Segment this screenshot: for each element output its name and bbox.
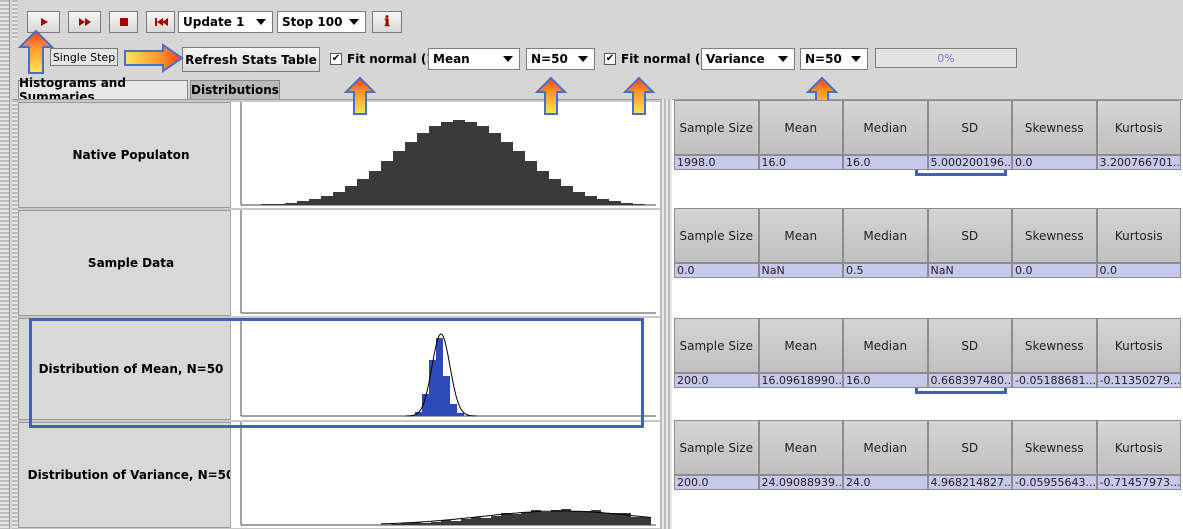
stat-header-cell[interactable]: Sample Size xyxy=(674,208,759,263)
stat-value-cell[interactable]: NaN xyxy=(758,263,843,278)
stat-header-cell[interactable]: Kurtosis xyxy=(1096,100,1181,155)
stat-header-cell[interactable]: Sample Size xyxy=(674,420,759,475)
stat-value-cell[interactable]: 3.200766701... xyxy=(1096,155,1181,170)
stat-header-cell[interactable]: Kurtosis xyxy=(1096,208,1181,263)
stat-header-label: Kurtosis xyxy=(1114,120,1163,135)
stat-header-label: Sample Size xyxy=(679,228,753,243)
stat-value-cell[interactable]: 200.0 xyxy=(674,475,759,490)
stat-header-cell[interactable]: Mean xyxy=(758,208,843,263)
stat-header-cell[interactable]: Skewness xyxy=(1012,100,1097,155)
stat-header-cell[interactable]: Median xyxy=(843,100,928,155)
stat-header-label: Mean xyxy=(784,440,818,455)
stat-value-cell[interactable]: 0.0 xyxy=(674,263,759,278)
stat-header-cell[interactable]: Median xyxy=(843,420,928,475)
stat-header-label: Mean xyxy=(784,228,818,243)
stat-header-label: Mean xyxy=(784,120,818,135)
stat-header-label: Skewness xyxy=(1024,440,1084,455)
stat-value-cell[interactable]: NaN xyxy=(927,263,1012,278)
up-arrow-icon xyxy=(534,76,568,115)
stat-value-cell[interactable]: 16.09618990... xyxy=(758,373,843,388)
stat-header-cell[interactable]: SD xyxy=(927,318,1012,373)
stat-header-cell[interactable]: Skewness xyxy=(1012,318,1097,373)
stat-value-cell[interactable]: 0.0 xyxy=(1012,263,1097,278)
stat-header-cell[interactable]: Skewness xyxy=(1012,420,1097,475)
stat-value-cell[interactable]: 0.0 xyxy=(1012,155,1097,170)
stat-value-cell[interactable]: -0.05188681... xyxy=(1012,373,1097,388)
app-window: Update 1 Stop 100 ℹ Single Step Refresh … xyxy=(0,0,1183,529)
stat-header-label: Kurtosis xyxy=(1114,228,1163,243)
stat-header-label: SD xyxy=(961,440,979,455)
stat-value-cell[interactable]: 0.668397480... xyxy=(927,373,1012,388)
stat-header-cell[interactable]: SD xyxy=(927,208,1012,263)
right-arrow-icon xyxy=(124,43,184,73)
stat-value-cell[interactable]: 16.0 xyxy=(758,155,843,170)
stat-value-cell[interactable]: 24.0 xyxy=(843,475,928,490)
stat-value-cell[interactable]: -0.05955643... xyxy=(1012,475,1097,490)
stat-header-label: SD xyxy=(961,120,979,135)
stat-header-label: SD xyxy=(961,338,979,353)
stat-header-cell[interactable]: Median xyxy=(843,318,928,373)
stat-header-label: Mean xyxy=(784,338,818,353)
stat-value-cell[interactable]: 16.0 xyxy=(843,373,928,388)
stat-header-cell[interactable]: Sample Size xyxy=(674,100,759,155)
stat-value-cell[interactable]: 200.0 xyxy=(674,373,759,388)
stat-value-cell[interactable]: -0.11350279... xyxy=(1096,373,1181,388)
stat-value-cell[interactable]: 0.0 xyxy=(1096,263,1181,278)
up-arrow-icon xyxy=(17,29,55,74)
stat-value-cell[interactable]: 24.09088939... xyxy=(758,475,843,490)
stat-value-cell[interactable]: 4.968214827... xyxy=(927,475,1012,490)
stat-header-label: Skewness xyxy=(1024,338,1084,353)
stat-header-label: Sample Size xyxy=(679,338,753,353)
stat-header-cell[interactable]: Kurtosis xyxy=(1096,420,1181,475)
stat-header-label: Median xyxy=(863,228,908,243)
stat-value-cell[interactable]: -0.71457973... xyxy=(1096,475,1181,490)
stat-header-label: Median xyxy=(863,338,908,353)
stat-value-cell[interactable]: 16.0 xyxy=(843,155,928,170)
stat-header-label: Skewness xyxy=(1024,120,1084,135)
stat-header-cell[interactable]: SD xyxy=(927,100,1012,155)
up-arrow-icon xyxy=(343,76,377,115)
stat-header-label: Kurtosis xyxy=(1114,338,1163,353)
stat-header-cell[interactable]: Mean xyxy=(758,420,843,475)
stat-header-cell[interactable]: Skewness xyxy=(1012,208,1097,263)
stat-header-cell[interactable]: Sample Size xyxy=(674,318,759,373)
stat-header-cell[interactable]: Kurtosis xyxy=(1096,318,1181,373)
stat-header-cell[interactable]: SD xyxy=(927,420,1012,475)
stat-value-cell[interactable]: 1998.0 xyxy=(674,155,759,170)
stat-header-cell[interactable]: Median xyxy=(843,208,928,263)
stat-header-label: Median xyxy=(863,440,908,455)
stat-header-cell[interactable]: Mean xyxy=(758,318,843,373)
up-arrow-icon xyxy=(622,76,656,115)
stat-header-label: SD xyxy=(961,228,979,243)
stat-header-label: Sample Size xyxy=(679,440,753,455)
stat-header-label: Sample Size xyxy=(679,120,753,135)
stat-value-cell[interactable]: 5.000200196... xyxy=(927,155,1012,170)
stat-header-cell[interactable]: Mean xyxy=(758,100,843,155)
stat-header-label: Kurtosis xyxy=(1114,440,1163,455)
stat-header-label: Skewness xyxy=(1024,228,1084,243)
stat-header-label: Median xyxy=(863,120,908,135)
stat-value-cell[interactable]: 0.5 xyxy=(843,263,928,278)
